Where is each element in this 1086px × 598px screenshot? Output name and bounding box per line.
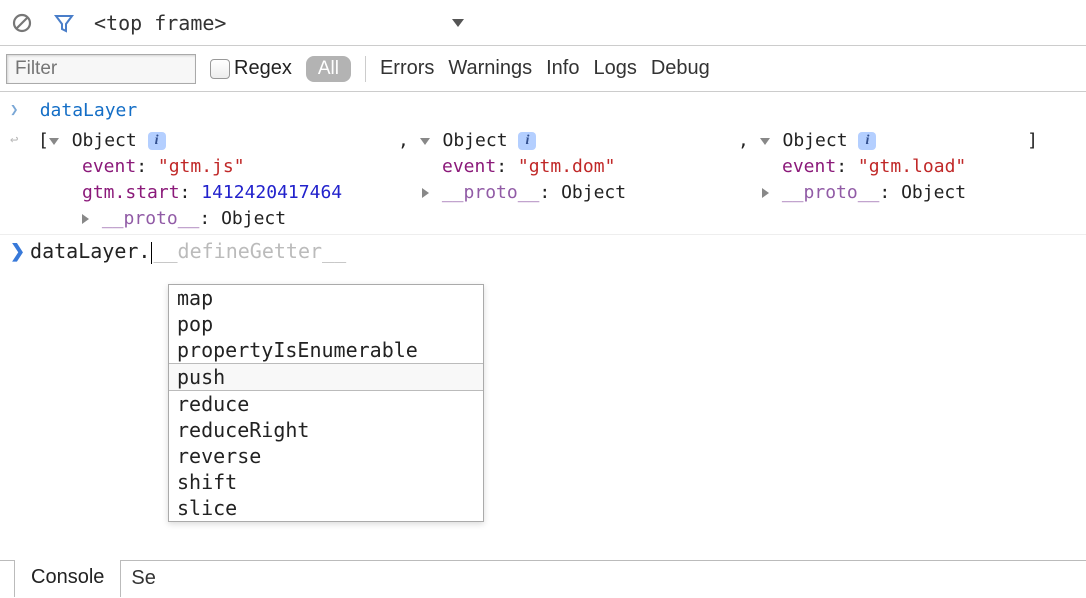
clear-console-icon[interactable] <box>10 11 34 35</box>
output-caret-icon: ↩ <box>10 130 18 150</box>
result-object-0[interactable]: [ Object i event: "gtm.js" gtm.start: 14… <box>38 128 388 232</box>
console-command-row: ❯ dataLayer <box>0 96 1086 126</box>
level-errors-button[interactable]: Errors <box>380 57 434 80</box>
level-all-button[interactable]: All <box>306 56 351 82</box>
prop-value: 1412420417464 <box>201 182 342 203</box>
autocomplete-item[interactable]: map <box>169 285 483 311</box>
input-caret-icon: ❯ <box>10 100 18 120</box>
expand-down-icon[interactable] <box>420 138 430 145</box>
object-label: Object <box>901 182 966 203</box>
prop-value: "gtm.js" <box>158 156 245 177</box>
object-label: Object <box>221 208 286 229</box>
autocomplete-item[interactable]: reduce <box>169 391 483 417</box>
filter-icon[interactable] <box>52 11 76 35</box>
expand-right-icon[interactable] <box>762 188 769 198</box>
prop-value: "gtm.load" <box>858 156 966 177</box>
divider <box>365 56 366 82</box>
checkbox-icon <box>210 59 230 79</box>
result-object-1[interactable]: , Object i event: "gtm.dom" __proto__: O… <box>398 128 728 232</box>
autocomplete-item[interactable]: shift <box>169 469 483 495</box>
open-bracket: [ <box>38 130 49 151</box>
comma: , <box>738 130 749 151</box>
proto-label[interactable]: __proto__ <box>782 182 880 203</box>
autocomplete-popup[interactable]: mappoppropertyIsEnumerablepushreduceredu… <box>168 284 484 522</box>
info-icon[interactable]: i <box>518 132 536 150</box>
autocomplete-item[interactable]: propertyIsEnumerable <box>169 337 483 363</box>
prop-key: event <box>442 156 496 177</box>
console-toolbar: <top frame> <box>0 0 1086 46</box>
result-object-2[interactable]: , Object i ] event: "gtm.load" __proto__… <box>738 128 1038 232</box>
prompt-typed: dataLayer. <box>30 239 150 263</box>
regex-toggle[interactable]: Regex <box>210 57 292 80</box>
chevron-down-icon <box>452 19 464 27</box>
console-output: ❯ dataLayer ↩ [ Object i event: "gtm.js"… <box>0 92 1086 268</box>
drawer-tab-search-partial[interactable]: Se <box>121 561 165 598</box>
proto-label[interactable]: __proto__ <box>102 208 200 229</box>
level-info-button[interactable]: Info <box>546 57 579 80</box>
proto-label[interactable]: __proto__ <box>442 182 540 203</box>
comma: , <box>398 130 409 151</box>
expand-right-icon[interactable] <box>82 214 89 224</box>
prop-value: "gtm.dom" <box>518 156 616 177</box>
autocomplete-item[interactable]: reverse <box>169 443 483 469</box>
console-command-text[interactable]: dataLayer <box>40 100 138 121</box>
expand-right-icon[interactable] <box>422 188 429 198</box>
console-prompt[interactable]: ❯ dataLayer.__defineGetter__ <box>0 235 1086 268</box>
object-label: Object <box>561 182 626 203</box>
autocomplete-item[interactable]: pop <box>169 311 483 337</box>
filter-input[interactable] <box>6 54 196 84</box>
filter-bar: Regex All Errors Warnings Info Logs Debu… <box>0 46 1086 92</box>
prop-key: event <box>782 156 836 177</box>
object-label: Object <box>443 130 508 151</box>
console-result-row: ↩ [ Object i event: "gtm.js" gtm.start: … <box>0 126 1086 235</box>
expand-down-icon[interactable] <box>49 138 59 145</box>
autocomplete-item[interactable]: reduceRight <box>169 417 483 443</box>
object-label: Object <box>783 130 848 151</box>
drawer-tab-console[interactable]: Console <box>14 560 121 597</box>
prop-key: gtm.start <box>82 182 180 203</box>
close-bracket: ] <box>1027 128 1038 154</box>
level-logs-button[interactable]: Logs <box>593 57 636 80</box>
level-debug-button[interactable]: Debug <box>651 57 710 80</box>
frame-label: <top frame> <box>94 11 442 35</box>
prop-key: event <box>82 156 136 177</box>
info-icon[interactable]: i <box>858 132 876 150</box>
prompt-ghost-suggestion: __defineGetter__ <box>153 239 346 263</box>
expand-down-icon[interactable] <box>760 138 770 145</box>
object-label: Object <box>72 130 137 151</box>
level-warnings-button[interactable]: Warnings <box>448 57 532 80</box>
info-icon[interactable]: i <box>148 132 166 150</box>
autocomplete-item[interactable]: slice <box>169 495 483 521</box>
regex-label: Regex <box>234 57 292 79</box>
autocomplete-item[interactable]: push <box>169 363 483 391</box>
prompt-caret-icon: ❯ <box>10 241 25 262</box>
execution-context-selector[interactable]: <top frame> <box>94 11 464 35</box>
drawer-tabs: Console Se <box>0 560 1086 598</box>
